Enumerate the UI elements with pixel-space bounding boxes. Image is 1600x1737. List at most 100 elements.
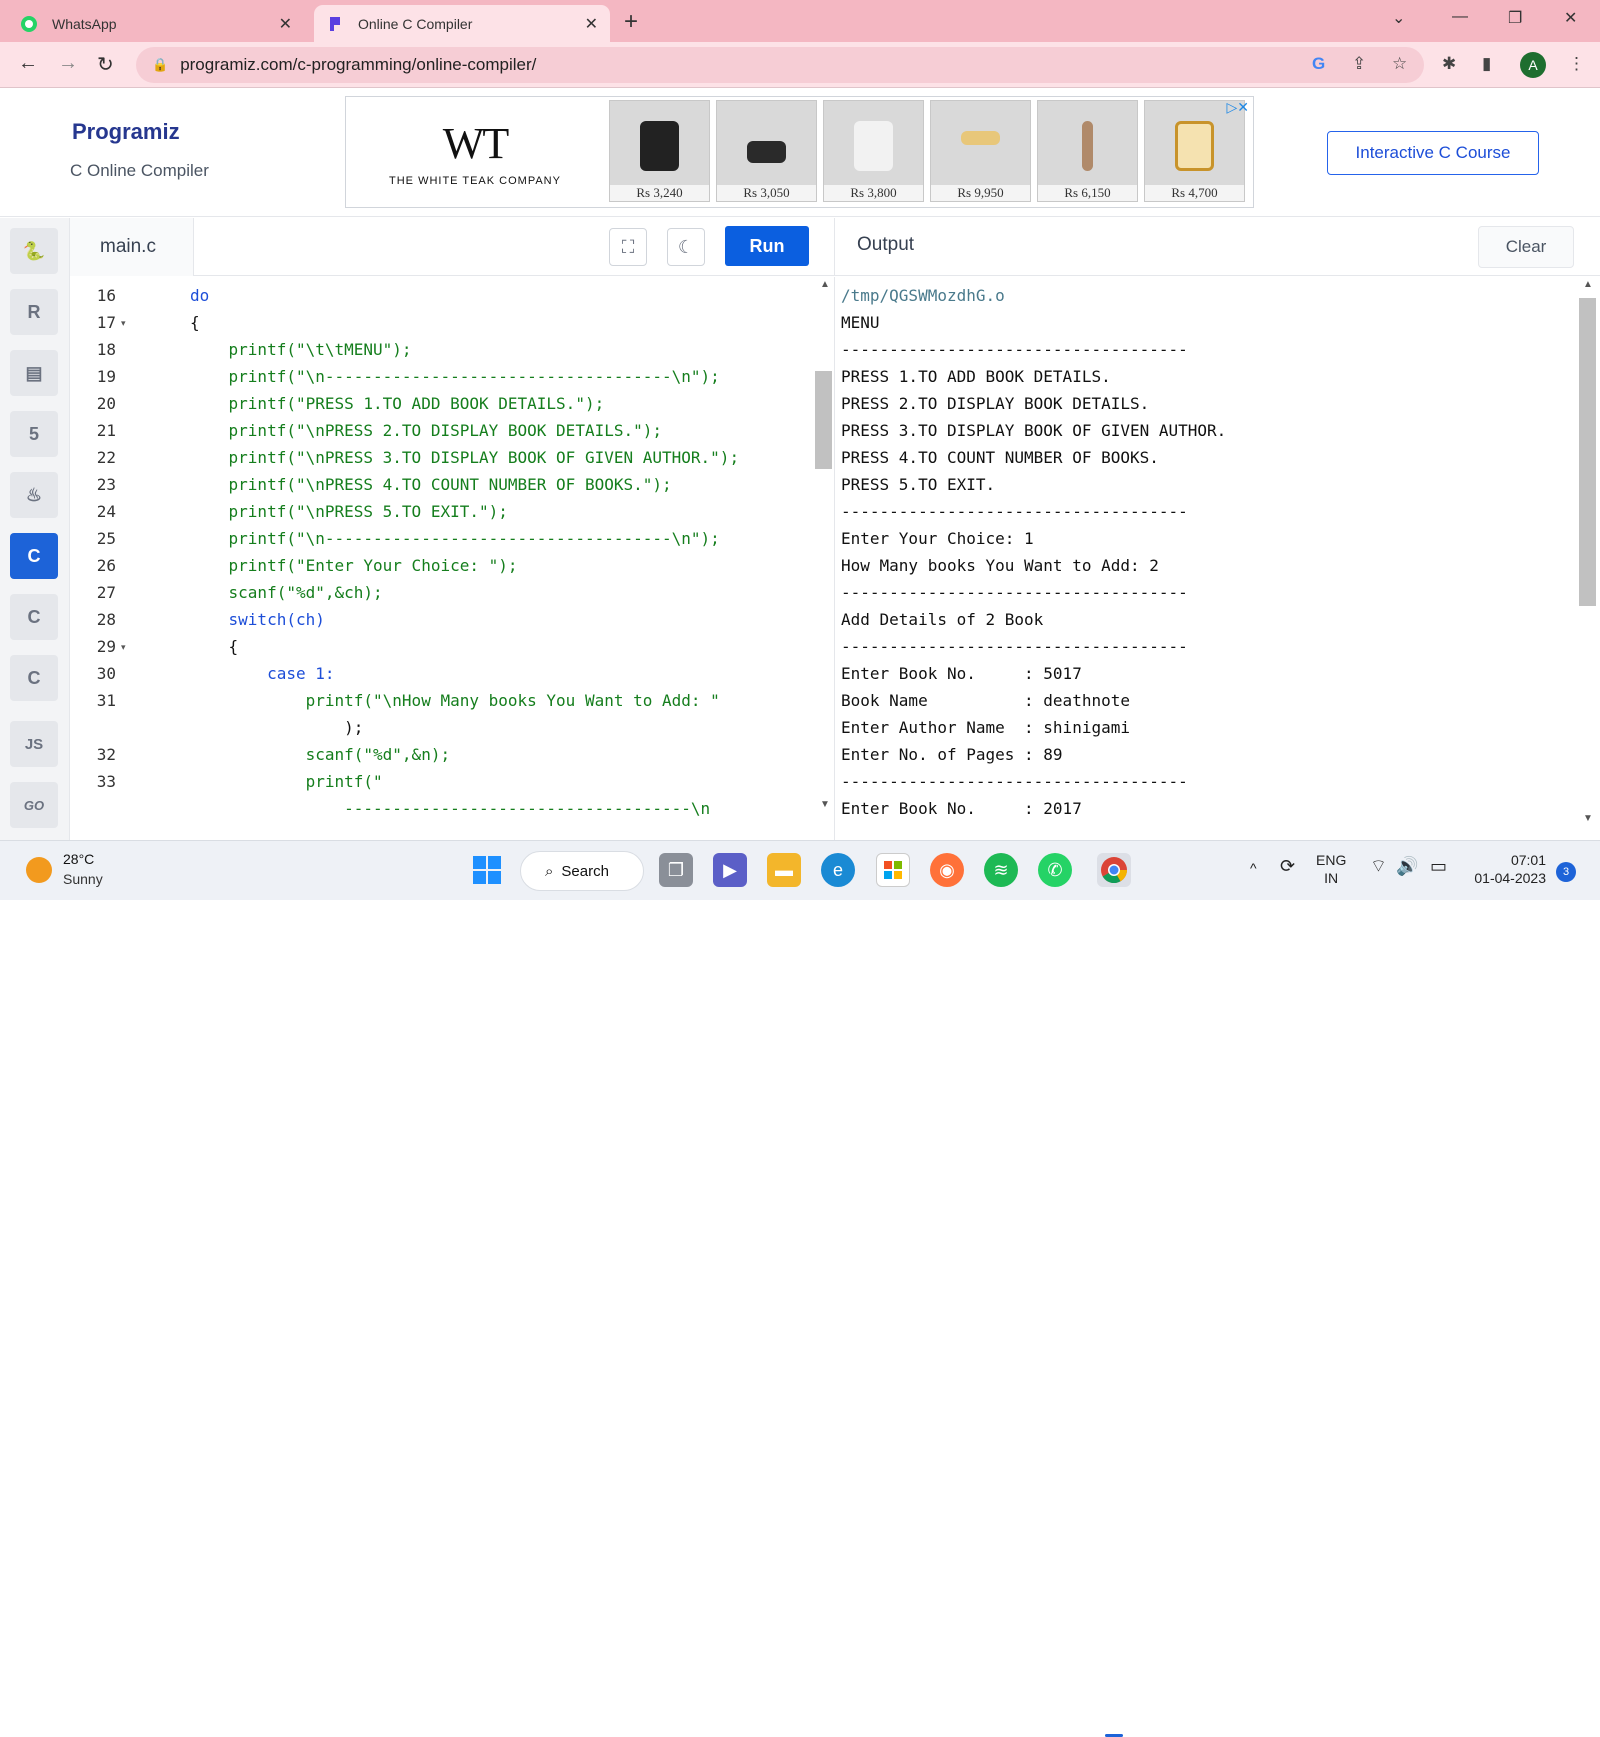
side-panel-icon[interactable]: ▮ <box>1482 54 1491 74</box>
input-language[interactable]: ENG IN <box>1316 851 1346 887</box>
csharp-icon[interactable]: C <box>10 655 58 701</box>
sun-weather-icon[interactable] <box>26 857 52 883</box>
ad-product[interactable]: Rs 3,240 <box>609 100 710 202</box>
notification-count-badge[interactable]: 3 <box>1556 862 1576 882</box>
menu-kebab-icon[interactable]: ⋮ <box>1568 54 1585 74</box>
teams-chat-icon[interactable]: ▶ <box>713 853 747 887</box>
fold-arrow-icon[interactable]: ▾ <box>121 642 126 653</box>
python-icon[interactable]: 🐍 <box>10 228 58 274</box>
product-image <box>960 131 1001 145</box>
c-language-icon[interactable]: C <box>10 533 58 579</box>
ad-price: Rs 9,950 <box>931 185 1030 201</box>
code-line[interactable]: printf("\nPRESS 4.TO COUNT NUMBER OF BOO… <box>190 471 672 498</box>
profile-avatar[interactable]: A <box>1520 52 1546 78</box>
code-editor[interactable]: 16 17 ▾ 18 19 20 21 22 23 24 25 26 27 28 29 ▾ 30 31 32 33 d… <box>70 277 834 840</box>
windows-start-icon[interactable] <box>470 853 504 887</box>
new-tab-icon[interactable]: + <box>624 8 638 36</box>
ad-product[interactable]: Rs 9,950 <box>930 100 1031 202</box>
url-bar[interactable]: 🔒 programiz.com/c-programming/online-com… <box>136 47 1424 83</box>
java-icon[interactable]: ♨ <box>10 472 58 518</box>
close-tab-icon[interactable]: ✕ <box>279 14 292 34</box>
google-lens-icon[interactable]: G <box>1312 54 1325 74</box>
output-scroll-down-icon[interactable]: ▼ <box>1583 813 1593 824</box>
line-number: 32 <box>96 745 116 764</box>
taskbar-search[interactable]: ⌕ Search <box>520 851 644 891</box>
code-line[interactable]: printf("\nHow Many books You Want to Add… <box>190 687 720 714</box>
fold-arrow-icon[interactable]: ▾ <box>121 318 126 329</box>
window-close-icon[interactable]: ✕ <box>1564 8 1577 28</box>
clock[interactable]: 07:01 01-04-2023 <box>1466 851 1546 887</box>
scroll-down-icon[interactable]: ▼ <box>820 799 830 810</box>
volume-icon[interactable]: 🔊 <box>1396 857 1418 875</box>
spotify-icon[interactable]: ≋ <box>984 853 1018 887</box>
tab-search-chevron-icon[interactable]: ⌄ <box>1392 8 1405 28</box>
wifi-icon[interactable]: ⌔ <box>1370 857 1387 875</box>
forward-icon[interactable]: → <box>58 52 78 75</box>
code-line[interactable]: printf("PRESS 1.TO ADD BOOK DETAILS."); <box>190 390 605 417</box>
code-line[interactable]: printf("\nPRESS 5.TO EXIT."); <box>190 498 508 525</box>
code-line[interactable]: { <box>190 633 239 660</box>
ad-product[interactable]: Rs 3,050 <box>716 100 817 202</box>
output-scroll-up-icon[interactable]: ▲ <box>1583 279 1593 290</box>
interactive-course-button[interactable]: Interactive C Course <box>1327 131 1539 175</box>
r-language-icon[interactable]: R <box>10 289 58 335</box>
edge-browser-icon[interactable]: e <box>821 853 855 887</box>
code-line[interactable]: ------------------------------------\n <box>190 795 710 822</box>
go-icon[interactable]: GO <box>10 782 58 828</box>
code-line[interactable]: printf("\t\tMENU"); <box>190 336 412 363</box>
editor-scrollbar[interactable]: ▲ ▼ <box>816 277 834 840</box>
ad-close-icon[interactable]: ▷✕ <box>1227 99 1250 116</box>
back-icon[interactable]: ← <box>18 52 38 75</box>
close-tab-icon[interactable]: ✕ <box>585 14 598 34</box>
microsoft-store-icon[interactable] <box>876 853 910 887</box>
output-scroll-thumb[interactable] <box>1579 298 1596 606</box>
code-line[interactable]: case 1: <box>190 660 334 687</box>
tab-whatsapp[interactable]: WhatsApp ✕ <box>8 5 304 42</box>
code-line[interactable]: printf(" <box>190 768 383 795</box>
fullscreen-icon[interactable]: ⛶ <box>609 228 647 266</box>
clear-button[interactable]: Clear <box>1478 226 1574 268</box>
sync-icon[interactable]: ⟳ <box>1280 857 1295 875</box>
task-view-icon[interactable]: ❐ <box>659 853 693 887</box>
battery-icon[interactable]: ▭ <box>1430 857 1447 875</box>
output-line: Enter No. of Pages : 89 <box>841 745 1063 764</box>
sql-database-icon[interactable]: ▤ <box>10 350 58 396</box>
file-explorer-icon[interactable]: ▬ <box>767 853 801 887</box>
firefox-icon[interactable]: ◉ <box>930 853 964 887</box>
run-button[interactable]: Run <box>725 226 809 266</box>
file-tab-main-c[interactable]: main.c <box>70 218 194 276</box>
chrome-taskbar-icon[interactable] <box>1097 853 1131 887</box>
share-icon[interactable]: ⇪ <box>1352 54 1366 74</box>
ad-product[interactable]: Rs 3,800 <box>823 100 924 202</box>
editor-scroll-thumb[interactable] <box>815 371 832 469</box>
whatsapp-taskbar-icon[interactable]: ✆ <box>1038 853 1072 887</box>
extensions-icon[interactable]: ✱ <box>1442 54 1456 74</box>
code-line[interactable]: printf("\n------------------------------… <box>190 363 720 390</box>
code-line[interactable]: printf("\nPRESS 2.TO DISPLAY BOOK DETAIL… <box>190 417 662 444</box>
bookmark-star-icon[interactable]: ☆ <box>1392 54 1407 74</box>
code-line[interactable]: do <box>190 282 209 309</box>
code-line[interactable]: printf("Enter Your Choice: "); <box>190 552 518 579</box>
cpp-icon[interactable]: C <box>10 594 58 640</box>
programiz-logo[interactable]: Programiz <box>72 119 180 145</box>
output-console[interactable]: /tmp/QGSWMozdhG.o MENU -------------------… <box>834 277 1600 840</box>
code-line[interactable]: { <box>190 309 200 336</box>
code-line[interactable]: scanf("%d",&n); <box>190 741 451 768</box>
reload-icon[interactable]: ↻ <box>97 52 114 77</box>
code-line[interactable]: printf("\n------------------------------… <box>190 525 720 552</box>
restore-icon[interactable]: ❐ <box>1508 8 1522 28</box>
show-hidden-icons-chevron-icon[interactable]: ^ <box>1250 859 1257 877</box>
code-line[interactable]: switch(ch) <box>190 606 325 633</box>
scroll-up-icon[interactable]: ▲ <box>820 279 830 290</box>
ad-product[interactable]: Rs 6,150 <box>1037 100 1138 202</box>
tab-online-c-compiler[interactable]: Online C Compiler ✕ <box>314 5 610 42</box>
code-line[interactable]: scanf("%d",&ch); <box>190 579 383 606</box>
code-line[interactable]: ); <box>190 714 363 741</box>
html5-icon[interactable]: 5 <box>10 411 58 457</box>
code-line[interactable]: printf("\nPRESS 3.TO DISPLAY BOOK OF GIV… <box>190 444 740 471</box>
weather-temperature: 28°C <box>63 851 95 867</box>
ad-banner[interactable]: WT THE WHITE TEAK COMPANY Rs 3,240 Rs 3,… <box>345 96 1254 208</box>
dark-mode-moon-icon[interactable]: ☾ <box>667 228 705 266</box>
javascript-icon[interactable]: JS <box>10 721 58 767</box>
minimize-icon[interactable]: — <box>1452 8 1468 26</box>
